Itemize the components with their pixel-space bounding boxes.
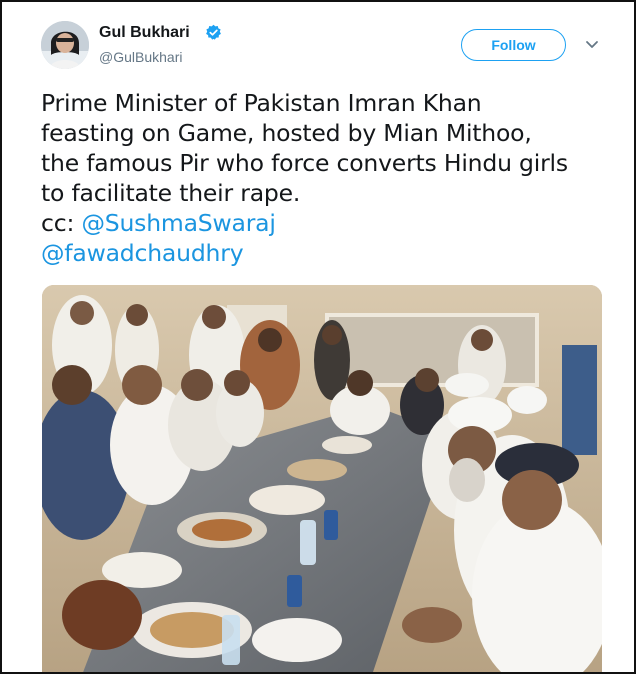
tweet-text-line: feasting on Game, hosted by Mian Mithoo, [41, 119, 532, 147]
follow-button[interactable]: Follow [461, 29, 566, 61]
cc-line: cc: @SushmaSwaraj [41, 208, 621, 238]
tweet-text: Prime Minister of Pakistan Imran Khan fe… [41, 88, 621, 268]
tweet-header: Gul Bukhari @GulBukhari Follow [2, 2, 634, 82]
author-handle[interactable]: @GulBukhari [99, 49, 182, 65]
author-name[interactable]: Gul Bukhari [99, 24, 190, 42]
verified-badge-icon [205, 24, 222, 41]
mention-link-fawadchaudhry[interactable]: @fawadchaudhry [41, 239, 244, 267]
author-avatar[interactable] [41, 21, 89, 69]
tweet-text-line: the famous Pir who force converts Hindu … [41, 149, 568, 177]
tweet-text-line: to facilitate their rape. [41, 179, 301, 207]
tweet-card: Gul Bukhari @GulBukhari Follow Prime Min… [0, 0, 636, 674]
tweet-photo[interactable] [42, 285, 602, 672]
tweet-text-line: Prime Minister of Pakistan Imran Khan [41, 89, 482, 117]
mention-link-sushmaswaraj[interactable]: @SushmaSwaraj [81, 209, 275, 237]
cc-prefix: cc: [41, 209, 82, 237]
mention-line: @fawadchaudhry [41, 238, 621, 268]
chevron-down-icon[interactable] [584, 36, 600, 52]
